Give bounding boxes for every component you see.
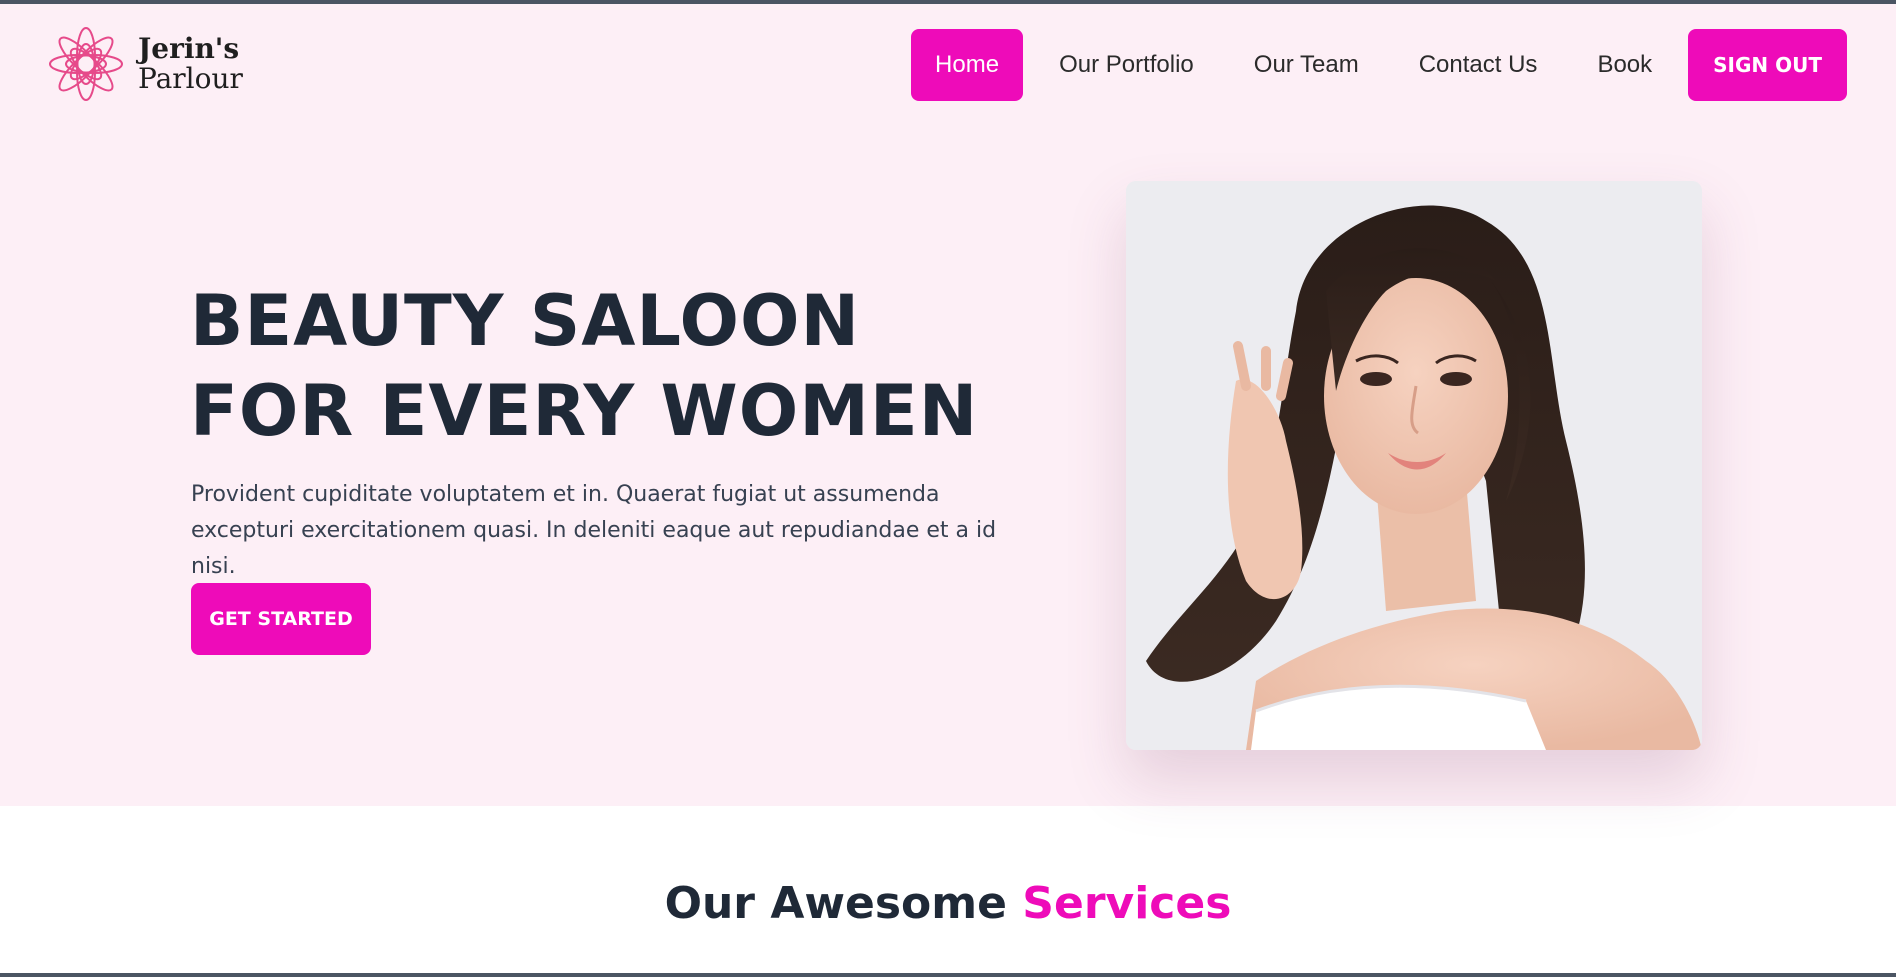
bottom-border (0, 973, 1896, 977)
nav-item-our-portfolio[interactable]: Our Portfolio (1035, 29, 1218, 101)
nav-item-our-team[interactable]: Our Team (1230, 29, 1383, 101)
hero-title-line1: BEAUTY SALOON (190, 280, 861, 362)
brand-logo[interactable]: Jerin's Parlour (46, 26, 243, 102)
lotus-flower-icon (49, 27, 123, 101)
main-navigation: Home Our Portfolio Our Team Contact Us B… (911, 29, 1847, 101)
services-section-title: Our Awesome Services (0, 878, 1896, 929)
woman-portrait-illustration (1126, 181, 1702, 750)
services-title-accent: Services (1022, 878, 1232, 929)
services-title-prefix: Our Awesome (664, 878, 1023, 929)
sign-out-button[interactable]: SIGN OUT (1688, 29, 1847, 101)
hero-model-photo (1126, 181, 1702, 750)
nav-item-contact-us[interactable]: Contact Us (1395, 29, 1562, 101)
brand-name-line1: Jerin's (138, 32, 240, 65)
get-started-button[interactable]: GET STARTED (191, 583, 371, 655)
brand-name: Jerin's Parlour (138, 34, 243, 94)
nav-item-book[interactable]: Book (1573, 29, 1676, 101)
hero-description: Provident cupiditate voluptatem et in. Q… (191, 482, 997, 579)
nav-item-home[interactable]: Home (911, 29, 1024, 101)
hero-title: BEAUTY SALOON FOR EVERY WOMEN (190, 276, 978, 456)
brand-name-line2: Parlour (138, 62, 243, 95)
hero-title-line2: FOR EVERY WOMEN (190, 370, 979, 452)
